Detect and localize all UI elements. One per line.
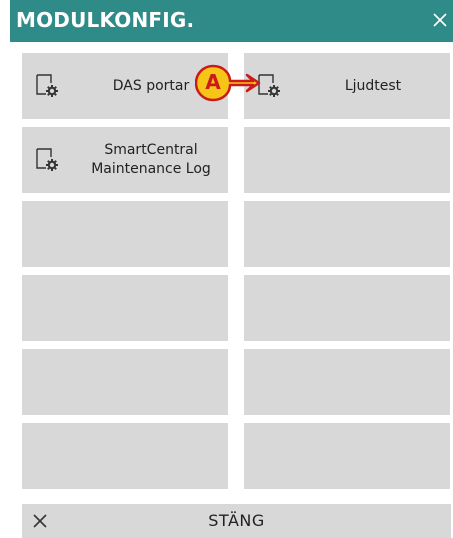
empty-module-tile	[22, 423, 228, 489]
empty-module-tile	[244, 349, 450, 415]
empty-module-tile	[22, 201, 228, 267]
annotation-marker: A	[194, 64, 261, 102]
module-config-icon	[34, 73, 60, 99]
empty-module-tile	[244, 201, 450, 267]
annotation-letter: A	[205, 70, 221, 94]
empty-module-tile	[22, 349, 228, 415]
empty-module-tile	[244, 423, 450, 489]
module-tile-label: Ljudtest	[344, 77, 402, 94]
dialog-title: MODULKONFIG.	[16, 8, 195, 32]
title-bar: MODULKONFIG.	[10, 0, 453, 42]
module-tile-label: SmartCentral Maintenance Log	[91, 142, 211, 177]
empty-module-tile	[244, 127, 450, 193]
close-button[interactable]: STÄNG	[22, 504, 451, 538]
empty-module-tile	[244, 275, 450, 341]
module-config-icon	[34, 147, 60, 173]
module-tile[interactable]: SmartCentral Maintenance Log	[22, 127, 228, 193]
module-tile[interactable]: Ljudtest	[244, 53, 450, 119]
module-config-dialog: MODULKONFIG. DAS portar Ljudtest SmartCent…	[0, 0, 453, 538]
close-button-label: STÄNG	[208, 511, 265, 530]
close-icon[interactable]	[431, 9, 449, 31]
empty-module-tile	[22, 275, 228, 341]
